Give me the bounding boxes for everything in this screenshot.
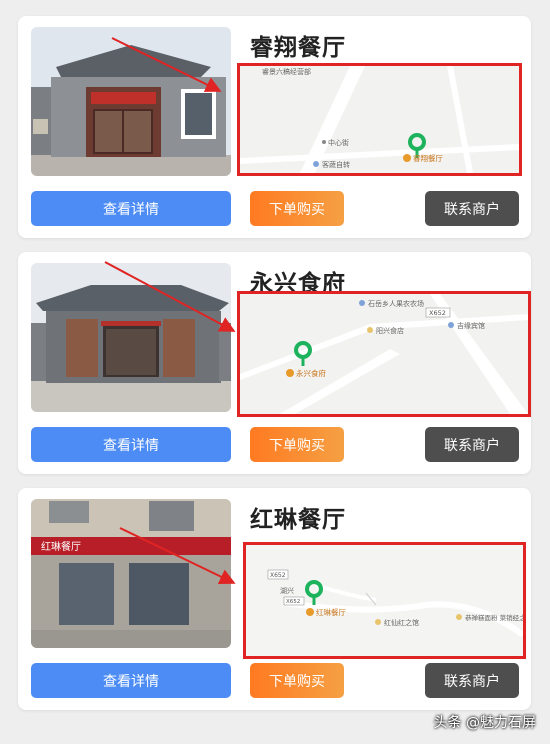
map-label: 红仙红之馆 [384, 618, 419, 627]
contact-merchant-button[interactable]: 联系商户 [425, 191, 519, 226]
order-buy-button[interactable]: 下单购买 [250, 191, 344, 226]
restaurant-photo[interactable] [31, 263, 231, 412]
restaurant-photo[interactable] [31, 27, 231, 176]
restaurant-name: 红琳餐厅 [250, 507, 346, 533]
photo-signboard: 红琳餐厅 [41, 540, 81, 553]
view-details-button[interactable]: 查看详情 [31, 427, 231, 462]
restaurant-card: 永兴食府 石岳乡人果农农场 X652 阳兴食店 吉缘宾馆 永兴食府 查看详情 下… [18, 252, 531, 474]
restaurant-photo[interactable]: 红琳餐厅 [31, 499, 231, 648]
map-label: 吉缘宾馆 [457, 321, 485, 330]
map-label: 阳兴食店 [376, 326, 404, 335]
map-label: 石岳乡人果农农场 [368, 299, 424, 308]
restaurant-name: 睿翔餐厅 [250, 35, 346, 61]
location-map[interactable]: 睿景六稿经营部 中心街 客蔬自转 睿翔餐厅 [237, 63, 522, 176]
restaurant-card: 红琳餐厅 红琳餐厅 X652 湖兴 X652 红仙红之馆 恭禅糕面粉 菜销经之馆 [18, 488, 531, 710]
map-pin-label: 永兴食府 [296, 368, 326, 378]
restaurant-card: 睿翔餐厅 睿景六稿经营部 中心街 客蔬自转 睿翔餐厅 查看详情 下单购买 联系商… [18, 16, 531, 238]
map-label: 湖兴 [280, 586, 294, 595]
map-pin-label: 红琳餐厅 [316, 607, 346, 617]
map-label: 睿景六稿经营部 [262, 67, 311, 76]
map-label: X652 [286, 599, 300, 605]
watermark: 头条 @魅力石屏 [433, 715, 536, 731]
order-buy-button[interactable]: 下单购买 [250, 663, 344, 698]
map-label: X652 [270, 572, 286, 579]
map-label: 中心街 [328, 138, 349, 147]
contact-merchant-button[interactable]: 联系商户 [425, 663, 519, 698]
map-label: 恭禅糕面粉 菜销经之馆 [465, 613, 523, 622]
contact-merchant-button[interactable]: 联系商户 [425, 427, 519, 462]
location-map[interactable]: 石岳乡人果农农场 X652 阳兴食店 吉缘宾馆 永兴食府 [237, 291, 531, 417]
map-label: 客蔬自转 [322, 160, 350, 169]
location-map[interactable]: X652 湖兴 X652 红仙红之馆 恭禅糕面粉 菜销经之馆 红琳餐厅 [243, 542, 526, 659]
map-pin-label: 睿翔餐厅 [413, 153, 443, 163]
view-details-button[interactable]: 查看详情 [31, 663, 231, 698]
order-buy-button[interactable]: 下单购买 [250, 427, 344, 462]
map-label: X652 [429, 309, 446, 317]
view-details-button[interactable]: 查看详情 [31, 191, 231, 226]
